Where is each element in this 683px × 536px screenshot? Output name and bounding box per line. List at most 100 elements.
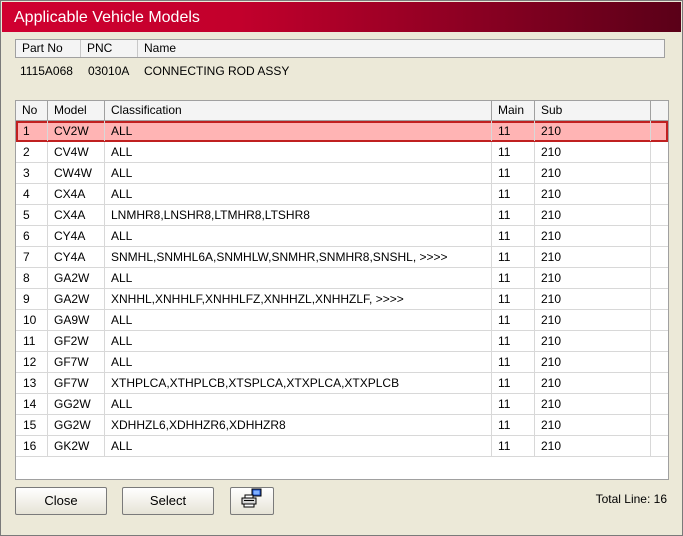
row-main: 11 <box>492 121 535 141</box>
row-sub: 210 <box>535 205 651 225</box>
row-model: CY4A <box>48 226 105 246</box>
column-header-sub[interactable]: Sub <box>535 101 651 120</box>
column-header-classification[interactable]: Classification <box>105 101 492 120</box>
table-row[interactable]: 12 GF7W ALL 11 210 <box>16 352 668 373</box>
row-no: 1 <box>16 121 48 141</box>
total-line-label: Total Line: 16 <box>595 492 667 506</box>
row-no: 5 <box>16 205 48 225</box>
part-info-header: Part No PNC Name <box>15 39 665 58</box>
row-classification: ALL <box>105 142 492 162</box>
pnc-header: PNC <box>81 40 138 57</box>
row-model: GA9W <box>48 310 105 330</box>
row-sub: 210 <box>535 184 651 204</box>
row-filler <box>651 142 668 162</box>
table-row[interactable]: 9 GA2W XNHHL,XNHHLF,XNHHLFZ,XNHHZL,XNHHZ… <box>16 289 668 310</box>
row-classification: SNMHL,SNMHL6A,SNMHLW,SNMHR,SNMHR8,SNSHL,… <box>105 247 492 267</box>
row-main: 11 <box>492 268 535 288</box>
row-sub: 210 <box>535 247 651 267</box>
table-row[interactable]: 11 GF2W ALL 11 210 <box>16 331 668 352</box>
row-sub: 210 <box>535 289 651 309</box>
row-no: 3 <box>16 163 48 183</box>
table-row[interactable]: 4 CX4A ALL 11 210 <box>16 184 668 205</box>
row-sub: 210 <box>535 415 651 435</box>
table-row[interactable]: 2 CV4W ALL 11 210 <box>16 142 668 163</box>
row-classification: ALL <box>105 226 492 246</box>
row-classification: ALL <box>105 184 492 204</box>
table-row[interactable]: 5 CX4A LNMHR8,LNSHR8,LTMHR8,LTSHR8 11 21… <box>16 205 668 226</box>
row-sub: 210 <box>535 331 651 351</box>
row-classification: ALL <box>105 268 492 288</box>
table-row[interactable]: 14 GG2W ALL 11 210 <box>16 394 668 415</box>
row-filler <box>651 121 668 141</box>
table-row[interactable]: 6 CY4A ALL 11 210 <box>16 226 668 247</box>
row-model: GF7W <box>48 352 105 372</box>
row-no: 7 <box>16 247 48 267</box>
table-row[interactable]: 7 CY4A SNMHL,SNMHL6A,SNMHLW,SNMHR,SNMHR8… <box>16 247 668 268</box>
applicable-vehicle-models-window: Applicable Vehicle Models Part No PNC Na… <box>0 0 683 536</box>
row-main: 11 <box>492 163 535 183</box>
print-button[interactable] <box>230 487 274 515</box>
row-no: 11 <box>16 331 48 351</box>
column-header-model[interactable]: Model <box>48 101 105 120</box>
row-sub: 210 <box>535 310 651 330</box>
row-classification: XDHHZL6,XDHHZR6,XDHHZR8 <box>105 415 492 435</box>
table-row[interactable]: 13 GF7W XTHPLCA,XTHPLCB,XTSPLCA,XTXPLCA,… <box>16 373 668 394</box>
vehicle-models-table[interactable]: No Model Classification Main Sub 1 CV2W … <box>15 100 669 480</box>
table-row[interactable]: 15 GG2W XDHHZL6,XDHHZR6,XDHHZR8 11 210 <box>16 415 668 436</box>
row-filler <box>651 247 668 267</box>
table-row-selected[interactable]: 1 CV2W ALL 11 210 <box>16 121 668 142</box>
row-filler <box>651 163 668 183</box>
row-model: GA2W <box>48 289 105 309</box>
row-sub: 210 <box>535 373 651 393</box>
row-model: GF2W <box>48 331 105 351</box>
select-button[interactable]: Select <box>122 487 214 515</box>
row-no: 6 <box>16 226 48 246</box>
row-no: 15 <box>16 415 48 435</box>
title-bar[interactable]: Applicable Vehicle Models <box>2 2 681 32</box>
column-header-filler <box>651 101 668 120</box>
table-row[interactable]: 8 GA2W ALL 11 210 <box>16 268 668 289</box>
row-model: GK2W <box>48 436 105 456</box>
row-model: CV2W <box>48 121 105 141</box>
row-classification: XTHPLCA,XTHPLCB,XTSPLCA,XTXPLCA,XTXPLCB <box>105 373 492 393</box>
window-title: Applicable Vehicle Models <box>14 9 200 26</box>
row-main: 11 <box>492 142 535 162</box>
table-row[interactable]: 3 CW4W ALL 11 210 <box>16 163 668 184</box>
column-header-main[interactable]: Main <box>492 101 535 120</box>
part-info-panel: Part No PNC Name 1115A068 03010A CONNECT… <box>15 39 669 97</box>
row-main: 11 <box>492 352 535 372</box>
column-header-no[interactable]: No <box>16 101 48 120</box>
pnc-value: 03010A <box>88 64 130 78</box>
row-no: 2 <box>16 142 48 162</box>
row-model: GG2W <box>48 394 105 414</box>
row-classification: LNMHR8,LNSHR8,LTMHR8,LTSHR8 <box>105 205 492 225</box>
row-no: 10 <box>16 310 48 330</box>
row-sub: 210 <box>535 121 651 141</box>
table-row[interactable]: 10 GA9W ALL 11 210 <box>16 310 668 331</box>
row-sub: 210 <box>535 394 651 414</box>
row-model: GA2W <box>48 268 105 288</box>
row-main: 11 <box>492 184 535 204</box>
row-main: 11 <box>492 289 535 309</box>
row-main: 11 <box>492 226 535 246</box>
row-classification: ALL <box>105 121 492 141</box>
row-model: GG2W <box>48 415 105 435</box>
row-no: 8 <box>16 268 48 288</box>
printer-icon <box>239 488 265 517</box>
row-filler <box>651 184 668 204</box>
row-classification: XNHHL,XNHHLF,XNHHLFZ,XNHHZL,XNHHZLF, >>>… <box>105 289 492 309</box>
row-main: 11 <box>492 436 535 456</box>
row-model: CX4A <box>48 205 105 225</box>
row-no: 4 <box>16 184 48 204</box>
row-main: 11 <box>492 310 535 330</box>
row-no: 16 <box>16 436 48 456</box>
table-row[interactable]: 16 GK2W ALL 11 210 <box>16 436 668 457</box>
row-filler <box>651 373 668 393</box>
row-classification: ALL <box>105 394 492 414</box>
row-no: 12 <box>16 352 48 372</box>
part-no-header: Part No <box>16 40 81 57</box>
row-filler <box>651 415 668 435</box>
close-button[interactable]: Close <box>15 487 107 515</box>
row-classification: ALL <box>105 331 492 351</box>
row-model: CX4A <box>48 184 105 204</box>
